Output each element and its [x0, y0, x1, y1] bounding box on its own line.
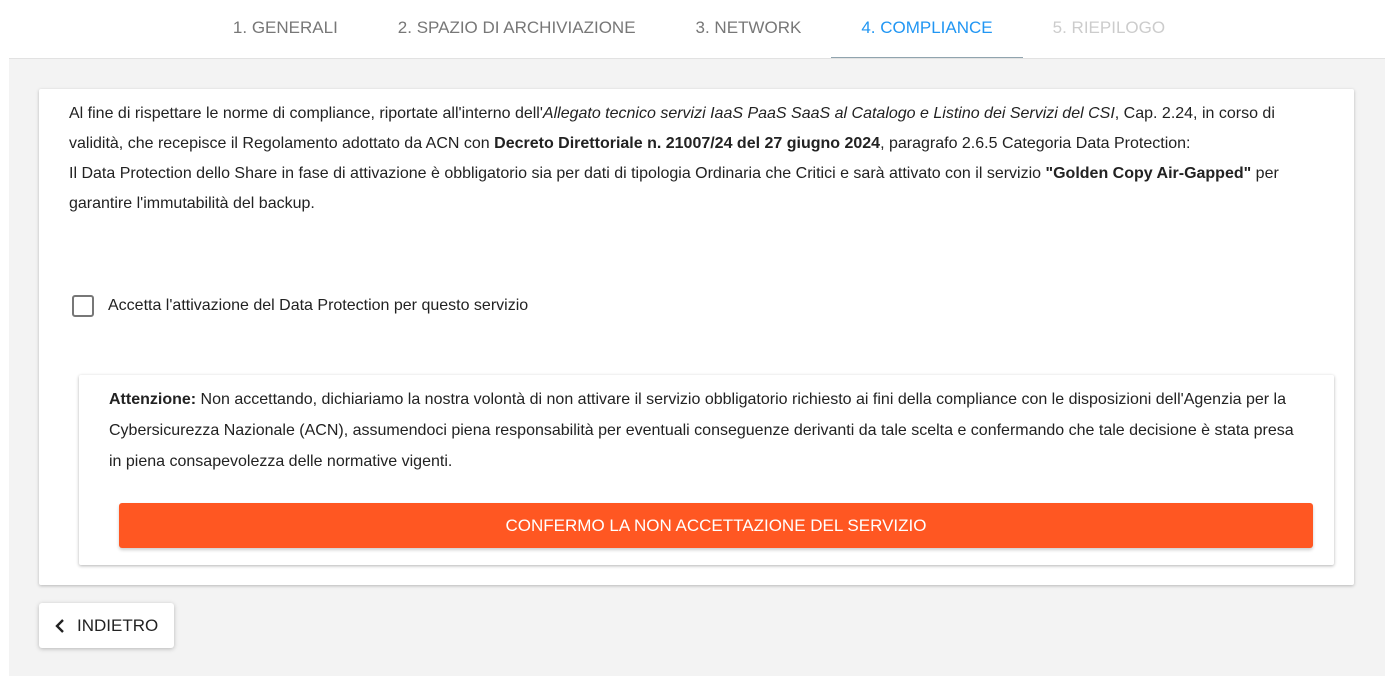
accept-data-protection-checkbox[interactable]: Accetta l'attivazione del Data Protectio…: [72, 295, 528, 317]
intro-text: Al fine di rispettare le norme di compli…: [69, 105, 543, 122]
checkbox-box[interactable]: [72, 295, 94, 317]
warning-title: Attenzione:: [109, 391, 197, 408]
tab-generali[interactable]: 1. GENERALI: [203, 0, 368, 57]
compliance-card: Al fine di rispettare le norme di compli…: [39, 89, 1354, 585]
tab-network[interactable]: 3. NETWORK: [666, 0, 832, 57]
intro-document-name: Allegato tecnico servizi IaaS PaaS SaaS …: [542, 105, 1115, 122]
confirm-non-acceptance-button[interactable]: CONFERMO LA NON ACCETTAZIONE DEL SERVIZI…: [119, 503, 1313, 548]
stepper-tabs: 1. GENERALI 2. SPAZIO DI ARCHIVIAZIONE 3…: [0, 0, 1392, 59]
checkbox-label: Accetta l'attivazione del Data Protectio…: [108, 297, 529, 314]
warning-box: Attenzione: Non accettando, dichiariamo …: [79, 375, 1334, 565]
compliance-intro: Al fine di rispettare le norme di compli…: [69, 99, 1319, 219]
intro-text: Il Data Protection dello Share in fase d…: [69, 165, 1046, 182]
tab-spazio-archiviazione[interactable]: 2. SPAZIO DI ARCHIVIAZIONE: [368, 0, 666, 57]
tab-riepilogo: 5. RIEPILOGO: [1052, 18, 1166, 37]
intro-service-name: "Golden Copy Air-Gapped": [1045, 165, 1252, 182]
tab-compliance[interactable]: 4. COMPLIANCE: [831, 0, 1023, 59]
back-label: INDIETRO: [77, 615, 159, 635]
intro-text: , paragrafo 2.6.5 Categoria Data Protect…: [880, 135, 1191, 152]
intro-decree: Decreto Direttoriale n. 21007/24 del 27 …: [494, 135, 881, 152]
chevron-left-icon: [55, 618, 64, 633]
back-button[interactable]: INDIETRO: [39, 603, 174, 648]
warning-body: Non accettando, dichiariamo la nostra vo…: [109, 391, 1294, 470]
warning-text: Attenzione: Non accettando, dichiariamo …: [109, 384, 1309, 477]
